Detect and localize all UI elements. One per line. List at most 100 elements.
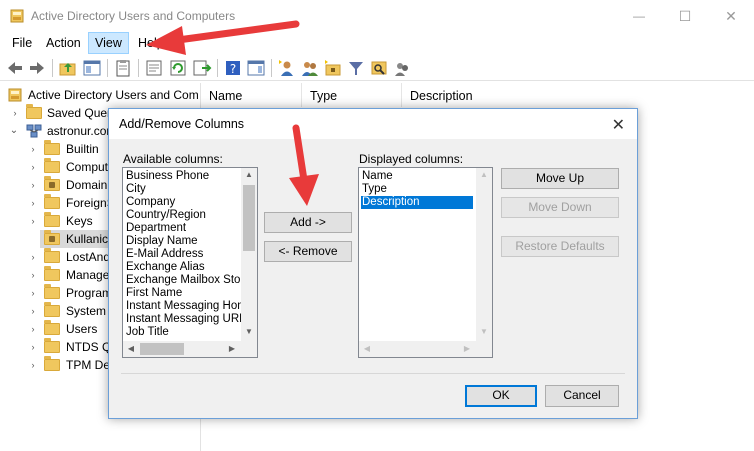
tree-item-label: Builtin [66,142,99,156]
chevron-right-icon[interactable]: › [28,248,38,266]
menu-bar: File Action View Help [0,32,754,54]
remove-column-button[interactable]: <- Remove [264,241,352,262]
chevron-right-icon[interactable]: › [28,266,38,284]
add-to-group-button[interactable] [392,58,412,78]
list-item[interactable]: Department [125,222,186,235]
list-item[interactable]: Exchange Mailbox Store [125,274,251,287]
help-button[interactable]: ? [223,58,243,78]
refresh-button[interactable] [168,58,188,78]
scroll-right-icon[interactable]: ▶ [459,344,475,353]
list-item[interactable]: City [125,183,146,196]
column-header-type[interactable]: Type [302,83,402,107]
scroll-up-icon[interactable]: ▲ [476,170,492,179]
list-item[interactable]: Name [361,170,393,183]
new-ou-button[interactable] [323,58,343,78]
find-button[interactable] [369,58,389,78]
minimize-button[interactable]: — [616,0,662,32]
available-list-horizontal-scrollbar[interactable]: ◀ ▶ [123,341,241,357]
folder-up-icon [59,63,76,76]
back-arrow-icon [8,62,22,74]
scroll-left-icon[interactable]: ◀ [359,344,375,353]
list-item[interactable]: Instant Messaging URL [125,313,246,326]
chevron-right-icon[interactable]: › [28,140,38,158]
toolbar: ? [0,55,754,81]
list-item-selected[interactable]: Description [361,196,473,209]
list-item[interactable]: E-Mail Address [125,248,203,261]
folder-icon [26,104,42,119]
displayed-columns-list[interactable]: Name Type Description ▲ ▼ ◀ ▶ [358,167,493,358]
title-bar: Active Directory Users and Computers — ☐… [0,0,754,32]
show-hide-console-tree-button[interactable] [82,58,102,78]
restore-defaults-button[interactable]: Restore Defaults [501,236,619,257]
organizational-unit-icon [44,176,60,191]
new-group-button[interactable] [300,58,320,78]
chevron-right-icon[interactable]: › [28,194,38,212]
menu-help[interactable]: Help [132,32,170,54]
column-header-description[interactable]: Description [402,83,602,107]
export-list-icon [193,60,212,76]
folder-icon [44,356,60,371]
help-icon: ? [226,61,240,76]
chevron-right-icon[interactable]: › [28,212,38,230]
scroll-up-icon[interactable]: ▲ [241,170,257,179]
displayed-list-horizontal-scrollbar[interactable]: ◀ ▶ [359,341,476,357]
up-level-button[interactable] [58,58,78,78]
scrollbar-thumb[interactable] [140,343,184,355]
filter-button[interactable] [346,58,366,78]
dialog-close-button[interactable]: ✕ [612,115,625,135]
ok-button[interactable]: OK [465,385,537,407]
move-up-button[interactable]: Move Up [501,168,619,189]
available-columns-label: Available columns: [123,152,223,166]
scroll-right-icon[interactable]: ▶ [224,344,240,353]
chevron-right-icon[interactable]: › [28,356,38,374]
scrollbar-thumb[interactable] [243,185,255,251]
maximize-button[interactable]: ☐ [662,0,708,32]
menu-action[interactable]: Action [40,32,87,54]
list-item[interactable]: Type [361,183,387,196]
delete-button[interactable] [113,58,133,78]
column-header-name[interactable]: Name [201,83,302,107]
available-list-vertical-scrollbar[interactable]: ▲ ▼ [241,168,257,341]
minimize-icon: — [633,9,645,23]
list-item[interactable]: Display Name [125,235,198,248]
list-item[interactable]: Country/Region [125,209,206,222]
scroll-down-icon[interactable]: ▼ [241,327,257,336]
chevron-right-icon[interactable]: › [28,320,38,338]
chevron-right-icon[interactable]: › [10,104,20,122]
chevron-right-icon[interactable]: › [28,284,38,302]
add-column-button[interactable]: Add -> [264,212,352,233]
list-item[interactable]: Exchange Alias [125,261,205,274]
available-columns-list[interactable]: Business Phone City Company Country/Regi… [122,167,258,358]
list-item[interactable]: Company [125,196,175,209]
dialog-title-bar: Add/Remove Columns ✕ [109,109,637,139]
new-user-button[interactable] [277,58,297,78]
forward-button[interactable] [27,58,47,78]
chevron-right-icon[interactable]: › [28,302,38,320]
export-list-button[interactable] [192,58,212,78]
scroll-left-icon[interactable]: ◀ [123,344,139,353]
properties-button[interactable] [144,58,164,78]
chevron-right-icon[interactable]: › [28,338,38,356]
menu-view[interactable]: View [88,32,129,54]
displayed-list-vertical-scrollbar[interactable]: ▲ ▼ [476,168,492,341]
new-ou-icon [325,60,341,76]
menu-file[interactable]: File [6,32,38,54]
move-down-button[interactable]: Move Down [501,197,619,218]
chevron-right-icon[interactable]: › [28,158,38,176]
tree-item-root[interactable]: Active Directory Users and Com [0,86,198,104]
list-item[interactable]: First Name [125,287,182,300]
chevron-right-icon[interactable]: › [28,176,38,194]
scroll-down-icon[interactable]: ▼ [476,327,492,336]
list-item[interactable]: Job Title [125,326,169,339]
chevron-down-icon[interactable]: ⌄ [9,122,19,140]
ad-users-app-icon [10,9,24,23]
folder-icon [44,266,60,281]
list-item[interactable]: Instant Messaging Hom [125,300,247,313]
add-to-group-icon [395,63,408,76]
close-window-button[interactable]: ✕ [708,0,754,32]
back-button[interactable] [5,58,25,78]
show-action-pane-button[interactable] [246,58,266,78]
new-user-icon [279,60,293,76]
list-item[interactable]: Business Phone [125,170,209,183]
cancel-button[interactable]: Cancel [545,385,619,407]
